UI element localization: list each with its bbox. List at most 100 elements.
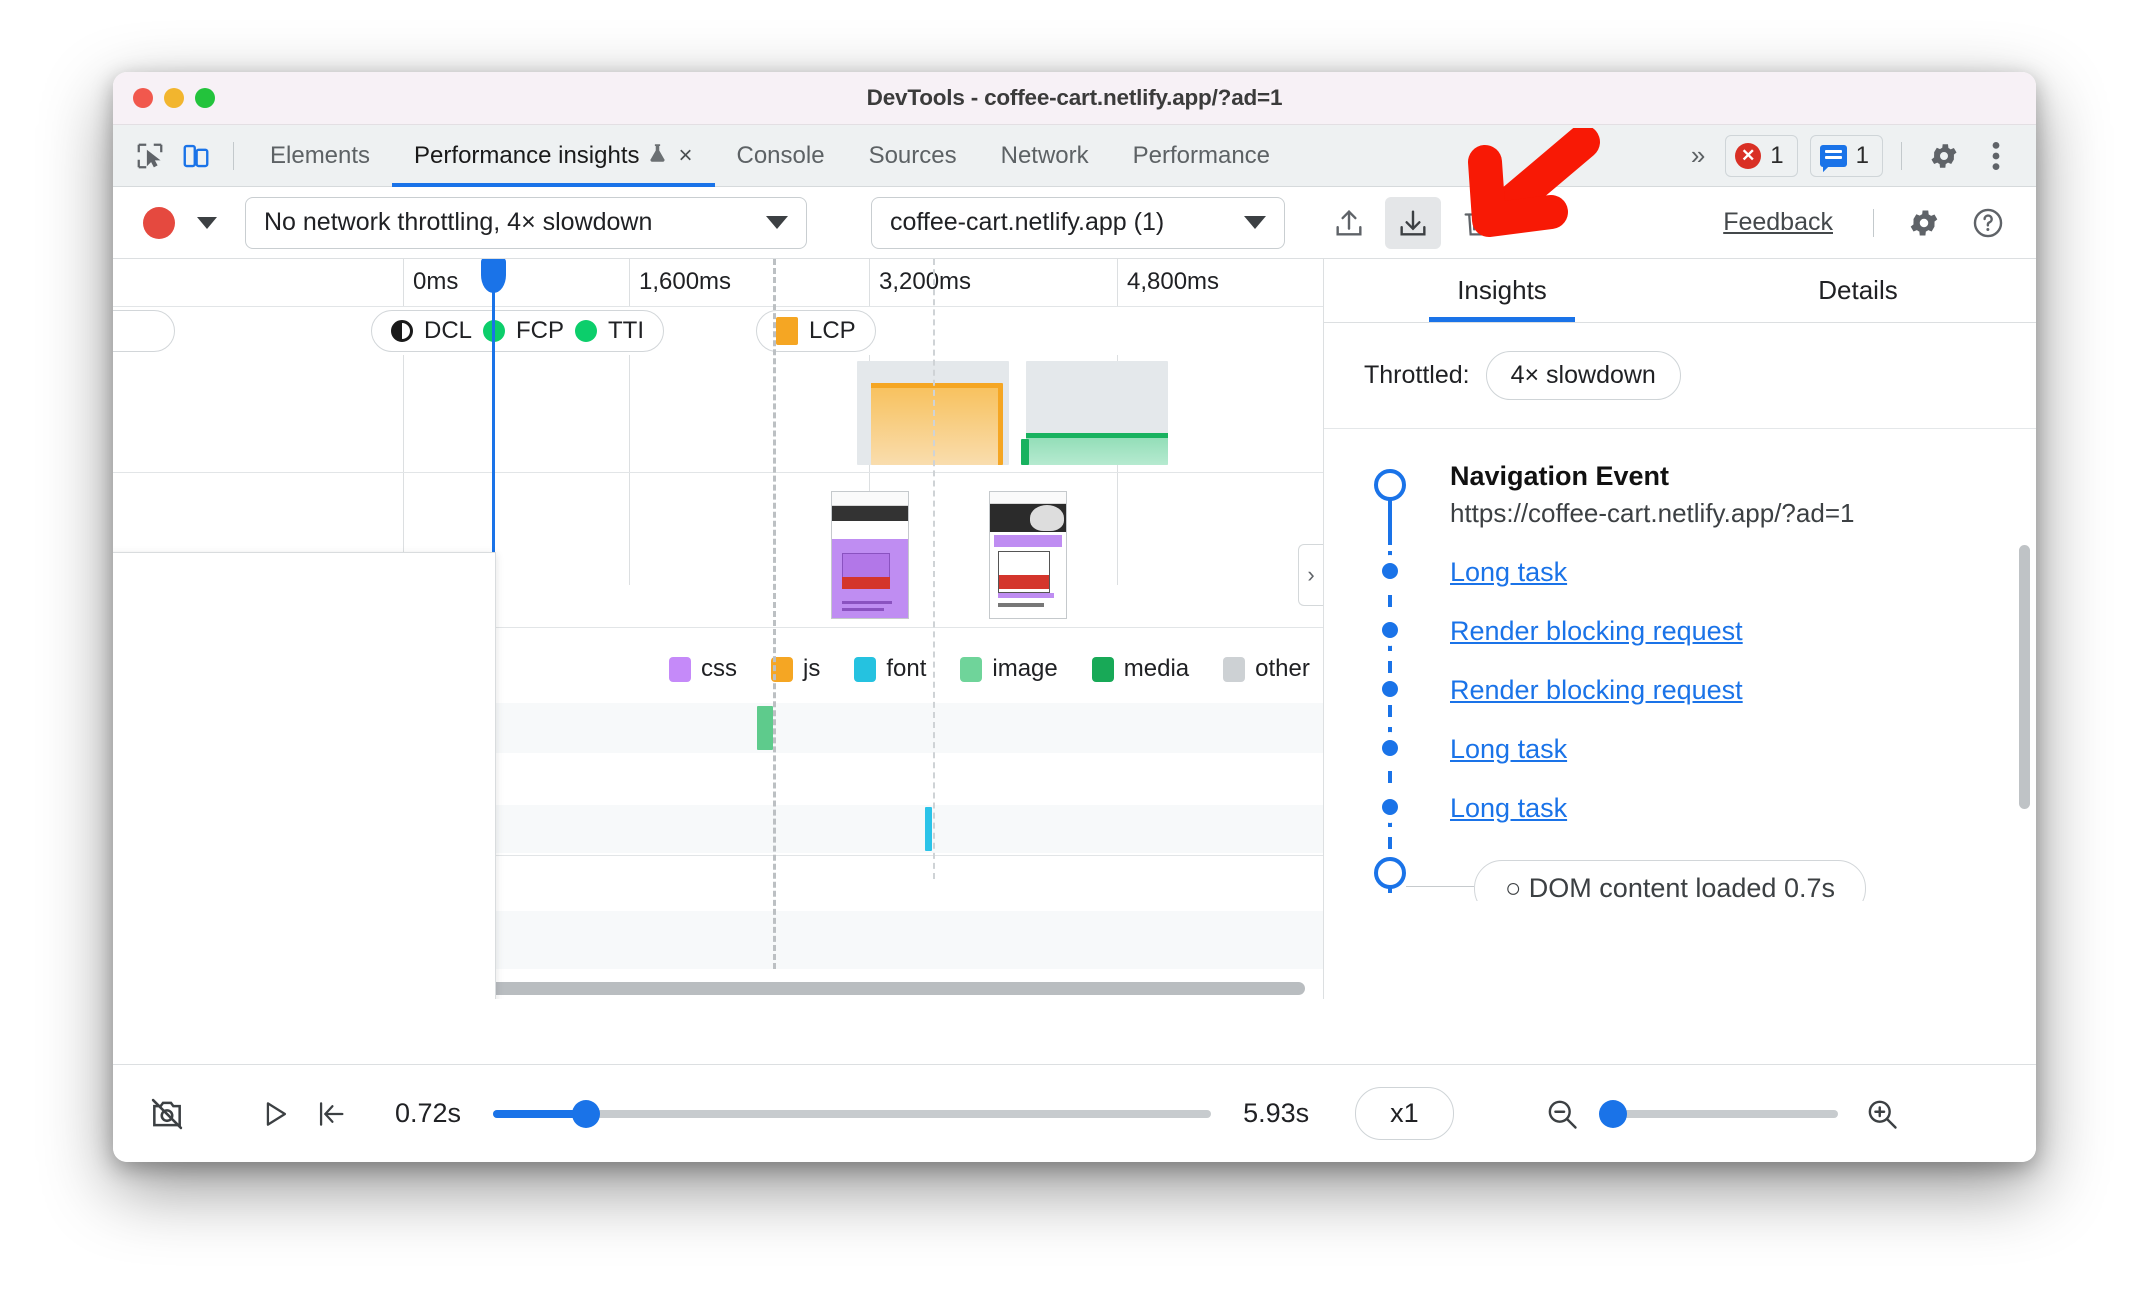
upload-icon[interactable] bbox=[1321, 197, 1377, 249]
record-button[interactable] bbox=[143, 206, 175, 239]
message-icon bbox=[1819, 144, 1847, 167]
throttling-value: No network throttling, 4× slowdown bbox=[264, 208, 653, 236]
insight-row-long-task[interactable]: Long task bbox=[1450, 793, 1567, 824]
timeline-event-image[interactable] bbox=[757, 706, 773, 750]
legend-label: font bbox=[886, 655, 927, 682]
tab-elements[interactable]: Elements bbox=[248, 125, 392, 186]
throttling-select[interactable]: No network throttling, 4× slowdown bbox=[245, 196, 807, 249]
timeline-event-font[interactable] bbox=[925, 807, 932, 851]
window-title: DevTools - coffee-cart.netlify.app/?ad=1 bbox=[866, 85, 1283, 110]
sidebar-scrollbar[interactable] bbox=[2019, 545, 2030, 809]
marker-pill-dcl-fcp-tti[interactable]: DCL FCP TTI bbox=[371, 310, 665, 352]
throttled-label: Throttled: bbox=[1364, 361, 1470, 389]
timeline-overlay-popup[interactable] bbox=[113, 552, 496, 999]
close-icon[interactable]: × bbox=[678, 142, 692, 170]
error-count: 1 bbox=[1770, 141, 1784, 169]
insight-row-long-task[interactable]: Long task bbox=[1450, 557, 1567, 588]
tab-details[interactable]: Details bbox=[1680, 259, 2036, 322]
help-icon[interactable] bbox=[1960, 197, 2016, 249]
marker-guide-line bbox=[773, 259, 776, 969]
insight-link[interactable]: Render blocking request bbox=[1450, 616, 1743, 646]
legend-label: js bbox=[803, 655, 821, 682]
timeline-pane[interactable]: 0ms 1,600ms 3,200ms 4,800ms DCL FCP TTI … bbox=[113, 259, 1323, 999]
zoom-out-icon[interactable] bbox=[1534, 1086, 1590, 1142]
marker-pill-partial[interactable] bbox=[113, 310, 175, 352]
insight-link[interactable]: Render blocking request bbox=[1450, 675, 1743, 705]
jump-to-start-icon[interactable] bbox=[303, 1086, 359, 1142]
marker-guide-line bbox=[933, 259, 935, 879]
toolbar-right-controls: Feedback bbox=[1723, 197, 2016, 249]
playback-speed-button[interactable]: x1 bbox=[1355, 1087, 1454, 1140]
insight-row-render-blocking[interactable]: Render blocking request bbox=[1450, 675, 1743, 706]
legend-item-css: css bbox=[669, 655, 737, 683]
sidebar-collapse-handle[interactable]: › bbox=[1298, 544, 1323, 606]
trash-icon[interactable] bbox=[1449, 197, 1505, 249]
tab-label: Console bbox=[736, 141, 825, 169]
screenshot-root: DevTools - coffee-cart.netlify.app/?ad=1… bbox=[0, 0, 2146, 1312]
dcl-marker-icon bbox=[391, 320, 413, 342]
tab-network[interactable]: Network bbox=[979, 125, 1111, 186]
insight-navigation-event[interactable]: Navigation Event https://coffee-cart.net… bbox=[1450, 461, 1854, 529]
network-request-bar-js[interactable] bbox=[871, 383, 1003, 465]
legend-item-other: other bbox=[1223, 655, 1310, 683]
error-count-badge[interactable]: ✕ 1 bbox=[1725, 134, 1798, 177]
toolbar-divider bbox=[233, 141, 234, 170]
sidebar-tab-label: Details bbox=[1818, 275, 1898, 305]
network-request-bar-media[interactable] bbox=[1026, 433, 1168, 465]
inspect-cursor-icon[interactable] bbox=[127, 134, 173, 178]
timeline-markers-row: DCL FCP TTI LCP bbox=[113, 307, 1323, 355]
screenshot-off-icon[interactable] bbox=[139, 1086, 195, 1142]
marker-label-lcp: LCP bbox=[809, 317, 856, 344]
gear-icon[interactable] bbox=[1920, 133, 1968, 179]
time-range-slider[interactable] bbox=[493, 1099, 1212, 1128]
feedback-link[interactable]: Feedback bbox=[1723, 208, 1833, 237]
tab-label: Sources bbox=[868, 141, 957, 169]
play-icon[interactable] bbox=[247, 1086, 303, 1142]
insights-list[interactable]: Navigation Event https://coffee-cart.net… bbox=[1324, 429, 2036, 901]
tab-insights[interactable]: Insights bbox=[1324, 259, 1680, 322]
legend-label: image bbox=[992, 655, 1058, 682]
insight-node-navigation bbox=[1374, 469, 1406, 501]
tab-console[interactable]: Console bbox=[715, 125, 847, 186]
dom-content-loaded-pill[interactable]: ○ DOM content loaded 0.7s bbox=[1474, 860, 1866, 901]
record-options-chevron-down-icon[interactable] bbox=[197, 216, 217, 229]
insight-row-long-task[interactable]: Long task bbox=[1450, 734, 1567, 765]
zoom-slider[interactable] bbox=[1598, 1099, 1838, 1128]
legend-item-media: media bbox=[1091, 655, 1189, 683]
insights-sidebar: Insights Details Throttled: 4× slowdown bbox=[1323, 259, 2036, 999]
insight-link[interactable]: Long task bbox=[1450, 793, 1567, 823]
filmstrip-thumbnail[interactable] bbox=[989, 491, 1067, 619]
filmstrip-thumbnail[interactable] bbox=[831, 491, 909, 619]
device-toolbar-icon[interactable] bbox=[173, 134, 219, 178]
download-icon[interactable] bbox=[1385, 196, 1441, 249]
insight-node-dot bbox=[1374, 673, 1406, 705]
insight-link[interactable]: Long task bbox=[1450, 557, 1567, 587]
tab-sources[interactable]: Sources bbox=[847, 125, 979, 186]
insight-connector-line bbox=[1406, 886, 1474, 887]
timeline-ruler[interactable]: 0ms 1,600ms 3,200ms 4,800ms bbox=[113, 259, 1323, 307]
window-titlebar: DevTools - coffee-cart.netlify.app/?ad=1 bbox=[113, 72, 2036, 125]
kebab-menu-icon[interactable] bbox=[1972, 133, 2020, 179]
tab-performance-insights[interactable]: Performance insights × bbox=[392, 125, 715, 187]
origin-select[interactable]: coffee-cart.netlify.app (1) bbox=[871, 196, 1285, 249]
tab-label: Performance insights bbox=[414, 141, 640, 169]
origin-value: coffee-cart.netlify.app (1) bbox=[890, 208, 1165, 236]
insight-row-render-blocking[interactable]: Render blocking request bbox=[1450, 616, 1743, 647]
ruler-tick-label: 3,200ms bbox=[879, 268, 972, 295]
insight-link[interactable]: Long task bbox=[1450, 734, 1567, 764]
zoom-in-icon[interactable] bbox=[1854, 1086, 1910, 1142]
insight-node-dom-content-loaded bbox=[1374, 857, 1406, 889]
insight-node-dot bbox=[1374, 614, 1406, 646]
more-tabs-icon[interactable]: » bbox=[1679, 140, 1713, 171]
tab-label: Network bbox=[1000, 141, 1089, 169]
insight-node-dot bbox=[1374, 732, 1406, 764]
legend-item-js: js bbox=[771, 655, 820, 683]
tab-performance[interactable]: Performance bbox=[1111, 125, 1292, 186]
resource-type-legend: css js font image media other bbox=[669, 655, 1323, 683]
ruler-tick-label: 4,800ms bbox=[1127, 268, 1220, 295]
tab-label: Elements bbox=[270, 141, 371, 169]
info-count-badge[interactable]: 1 bbox=[1809, 134, 1883, 177]
devtools-tabstrip: Elements Performance insights × Console … bbox=[113, 125, 2036, 187]
legend-item-font: font bbox=[854, 655, 926, 683]
gear-icon[interactable] bbox=[1896, 197, 1952, 249]
